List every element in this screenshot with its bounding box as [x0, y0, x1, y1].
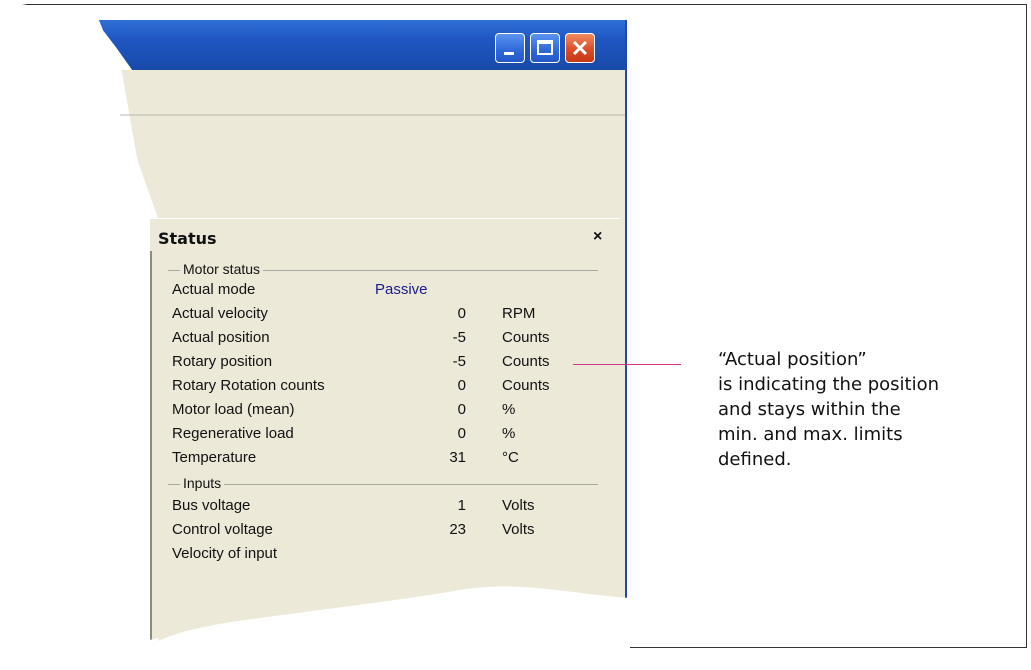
callout-line: [573, 364, 681, 365]
callout-line-5: defined.: [718, 449, 792, 470]
callout-line-1: “Actual position”: [718, 349, 867, 370]
callout-line-3: and stays within the: [718, 399, 901, 420]
callout-line-2: is indicating the position: [718, 374, 940, 395]
callout-line-4: min. and max. limits: [718, 424, 903, 445]
callout-text: “Actual position” is indicating the posi…: [718, 347, 1018, 472]
torn-edge: [0, 0, 630, 652]
